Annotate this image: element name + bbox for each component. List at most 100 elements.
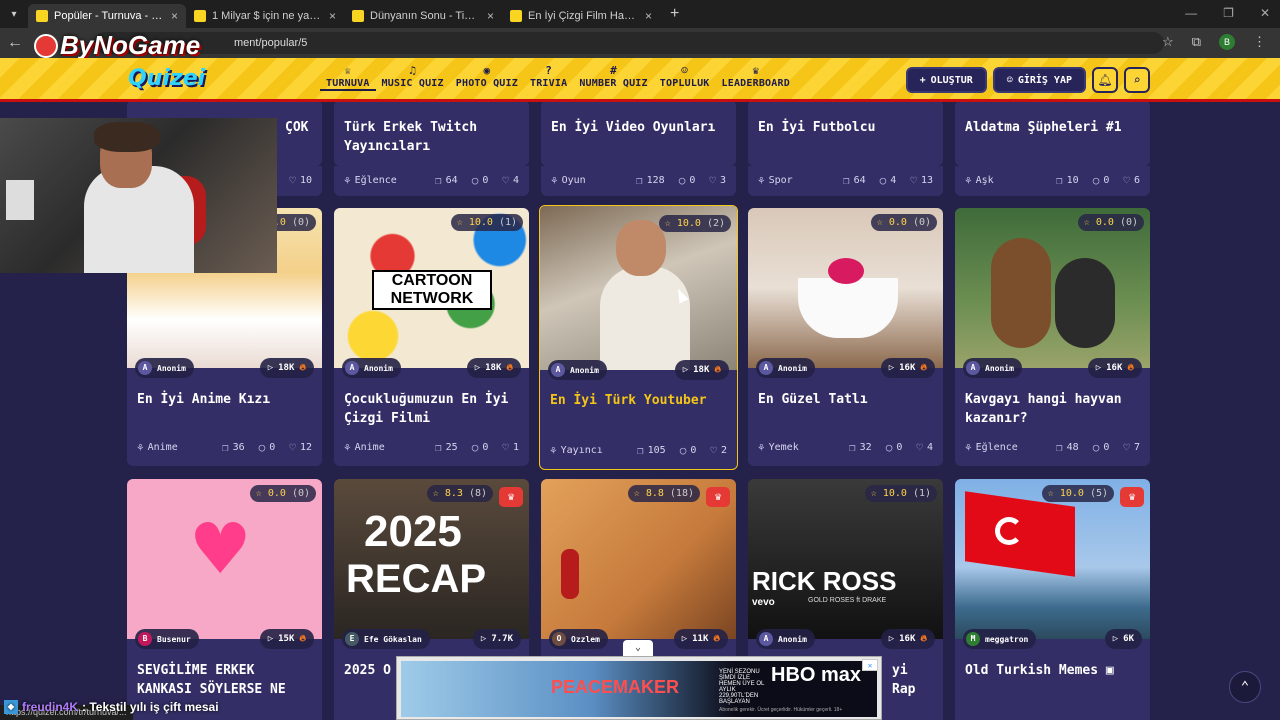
tab-world-end[interactable]: Dünyanın Sonu - Tier List | Kör × (344, 4, 502, 28)
close-tab-icon[interactable]: × (171, 9, 178, 23)
avatar: A (345, 361, 359, 375)
tab-search-icon[interactable]: ▾ (0, 0, 28, 28)
card-stats: ⚘ Aşk ❐ 10 ○ 0 ♡ 6 (965, 174, 1140, 187)
quiz-card[interactable]: ☆ 10.0 (2) A Anonim ▷ 18K 🔥︎ En İyi Türk Yo… (539, 205, 738, 470)
likes-count: 1 (512, 442, 519, 453)
premium-crown-icon: ♛ (1120, 487, 1144, 507)
nav-music-quiz[interactable]: ♫ MUSIC QUIZ (376, 64, 450, 91)
heart-icon: ♡ (289, 441, 296, 454)
create-button[interactable]: + OLUŞTUR (905, 67, 987, 93)
author-chip[interactable]: Mmeggatron (963, 629, 1037, 649)
author-name: Anonim (570, 365, 599, 375)
close-window-icon[interactable]: ✕ (1260, 6, 1270, 20)
questions: ❐ 128 (636, 174, 665, 187)
heart-icon: ♡ (1123, 441, 1130, 454)
plays-count: 18K (485, 363, 502, 373)
avatar: B (138, 632, 152, 646)
avatar: A (759, 632, 773, 646)
tab-cartoon[interactable]: En İyi Çizgi Film Hangisi? - Tier × (502, 4, 660, 28)
search-icon: ⌕ (1133, 73, 1141, 87)
site-logo[interactable]: Quizei (128, 66, 205, 91)
plays-count: 18K (278, 363, 295, 373)
nav-photo-quiz[interactable]: ◉ PHOTO QUIZ (450, 64, 524, 91)
cards-icon: ❐ (849, 441, 856, 454)
new-tab-button[interactable]: + (670, 5, 679, 23)
author-chip[interactable]: A Anonim (963, 358, 1022, 378)
quiz-card[interactable]: Türk Erkek Twitch Yayıncıları (334, 102, 529, 166)
questions: ❐ 105 (637, 444, 666, 457)
nav-trivia[interactable]: ? TRIVIA (524, 64, 573, 91)
questions: ❐ 36 (222, 441, 245, 454)
nav-number-quiz[interactable]: # NUMBER QUIZ (573, 64, 653, 91)
avatar: M (966, 632, 980, 646)
tab-billion[interactable]: 1 Milyar $ için ne yaparsın? - Ti × (186, 4, 344, 28)
extensions-icon[interactable]: ⧉ (1192, 34, 1201, 50)
quiz-card[interactable]: ♥ ☆ 0.0 (0) B Busenur ▷ 15K 🔥︎ SEVGİLİME ER… (127, 479, 322, 720)
card-meta: A Anonim ▷ 18K 🔥︎ (548, 360, 729, 380)
ad-collapse-button[interactable]: ⌄ (623, 640, 653, 656)
comments-count: 0 (1103, 442, 1110, 453)
author-chip[interactable]: O Ozzlem (549, 629, 608, 649)
card-meta: A Anonim ▷ 18K 🔥︎ (135, 358, 314, 378)
rating-value: 10.0 (882, 488, 907, 499)
author-chip[interactable]: A Anonim (756, 358, 815, 378)
plays-chip: ▷ 16K 🔥︎ (1087, 358, 1142, 378)
quiz-card[interactable]: Aldatma Şüpheleri #1 (955, 102, 1150, 166)
quiz-card[interactable]: En İyi Futbolcu (748, 102, 943, 166)
author-name: Anonim (157, 363, 186, 373)
quiz-card[interactable]: CARTOON NETWORK ☆ 10.0 (1) A Anonim ▷ 18K 🔥… (334, 208, 529, 466)
card-stats: ⚘ Spor ❐ 64 ○ 4 ♡ 13 (758, 174, 933, 187)
quiz-card[interactable]: ☆ 0.0 (0) A Anonim ▷ 16K 🔥︎ En Güzel Tatlı … (748, 208, 943, 466)
search-button[interactable]: ⌕ (1124, 67, 1150, 93)
quiz-card[interactable]: En İyi Video Oyunları (541, 102, 736, 166)
comment-icon: ○ (471, 174, 479, 187)
bookmark-star-icon[interactable]: ☆ (1162, 34, 1174, 50)
menu-dots-icon[interactable]: ⋮ (1253, 34, 1266, 50)
plays-chip: ▷ 11K 🔥︎ (673, 629, 728, 649)
questions: ❐ 32 (849, 441, 872, 454)
rating-value: 8.8 (645, 488, 664, 499)
profile-avatar[interactable]: B (1219, 34, 1235, 50)
ad-banner[interactable]: PEACEMAKER YENİ SEZONU ŞİMDİ İZLE HEMEN Ü… (396, 656, 882, 720)
author-chip[interactable]: A Anonim (342, 358, 401, 378)
nav-leaderboard[interactable]: ♛ LEADERBOARD (716, 64, 796, 91)
close-tab-icon[interactable]: × (329, 9, 336, 23)
nav-topluluk[interactable]: ☺ TOPLULUK (654, 64, 716, 91)
author-chip[interactable]: A Anonim (756, 629, 815, 649)
favicon-icon (352, 10, 364, 22)
thumbnail-vevo: vevo (752, 597, 775, 608)
category-label: Anime (354, 442, 385, 453)
maximize-icon[interactable]: ❐ (1223, 6, 1234, 20)
url-field[interactable]: ment/popular/5 (94, 32, 1164, 54)
card-thumbnail (955, 208, 1150, 368)
quiz-card[interactable]: ☆ 0.0 (0) A Anonim ▷ 16K 🔥︎ Kavgayı hangi h… (955, 208, 1150, 466)
close-tab-icon[interactable]: × (645, 9, 652, 23)
author-chip[interactable]: E Efe Gökaslan (342, 629, 430, 649)
login-button[interactable]: ☺ GİRİŞ YAP (992, 67, 1086, 93)
rating-badge: ☆ 10.0 (1) (450, 214, 523, 231)
notifications-button[interactable]: 🔔︎ (1092, 67, 1118, 93)
likes-count: 2 (720, 445, 727, 456)
author-chip[interactable]: B Busenur (135, 629, 199, 649)
close-tab-icon[interactable]: × (487, 9, 494, 23)
back-icon[interactable]: ← (0, 34, 30, 52)
author-chip[interactable]: A Anonim (135, 358, 194, 378)
tab-popular[interactable]: Popüler - Turnuva - Quizei × (28, 4, 186, 28)
minimize-icon[interactable]: — (1185, 6, 1197, 20)
likes-count: 4 (926, 442, 933, 453)
category-label: Anime (147, 442, 178, 453)
category-icon: ⚘ (551, 174, 558, 187)
comments-count: 0 (269, 442, 276, 453)
ad-image[interactable]: PEACEMAKER YENİ SEZONU ŞİMDİ İZLE HEMEN Ü… (401, 661, 877, 717)
nav-label: TRIVIA (529, 78, 568, 89)
comments: ○ 0 (472, 174, 489, 187)
quiz-card-footer: ⚘ Oyun ❐ 128 ○ 0 ♡ 3 (541, 166, 736, 196)
quiz-card[interactable]: ☆ 10.0 (5) ♛ Mmeggatron ▷ 6K Old Turkish … (955, 479, 1150, 720)
card-stats: ⚘ Eğlence ❐ 48 ○ 0 ♡ 7 (965, 441, 1140, 454)
scroll-top-button[interactable]: ⌃ (1229, 671, 1261, 703)
ad-close-icon[interactable]: ✕ (862, 659, 878, 671)
card-thumbnail: RICK ROSS GOLD ROSES ft DRAKE vevo (748, 479, 943, 639)
author-chip[interactable]: A Anonim (548, 360, 607, 380)
nav-turnuva[interactable]: ♕ TURNUVA (320, 64, 376, 91)
category-icon: ⚘ (965, 174, 972, 187)
